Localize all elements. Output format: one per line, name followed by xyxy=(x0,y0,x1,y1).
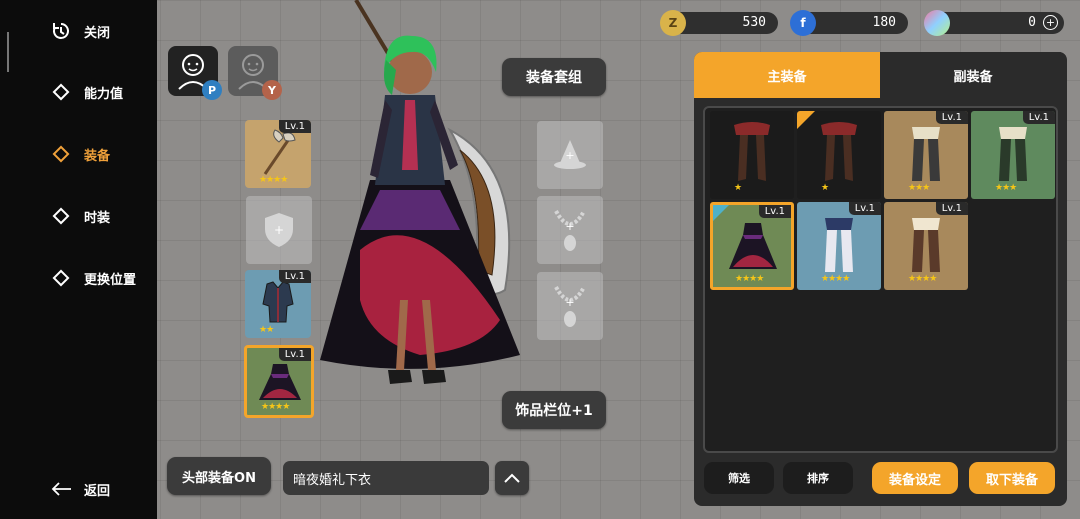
nav-item-label: 更换位置 xyxy=(84,272,137,288)
star-rating: ★★ xyxy=(259,325,274,335)
new-marker xyxy=(797,111,815,129)
equip-setting-button[interactable]: 装备设定 xyxy=(872,462,958,494)
scroll-indicator xyxy=(7,32,9,72)
necklace-slot[interactable]: + xyxy=(537,196,603,264)
legs-icon xyxy=(912,218,940,272)
hat-icon: + xyxy=(554,140,586,169)
chevron-up-icon xyxy=(504,473,520,483)
star-rating: ★★★★ xyxy=(735,274,764,284)
legs-icon xyxy=(825,218,853,272)
gem-value: 180 xyxy=(872,15,896,30)
level-badge: Lv.1 xyxy=(935,111,968,124)
star-rating: ★ xyxy=(821,183,829,193)
crystal-currency: 0 + xyxy=(924,10,1064,36)
avatar-p-button[interactable]: P xyxy=(168,46,222,100)
expand-up-button[interactable] xyxy=(495,461,529,495)
character-model xyxy=(320,0,520,384)
sort-button[interactable]: 排序 xyxy=(783,462,853,494)
level-badge: Lv.1 xyxy=(935,202,968,215)
nav-item-label: 能力值 xyxy=(84,86,124,102)
filter-button[interactable]: 筛选 xyxy=(704,462,774,494)
nav-item-close[interactable]: 关闭 xyxy=(50,16,150,46)
level-badge: Lv.1 xyxy=(758,205,791,218)
grid-item[interactable]: ★ xyxy=(797,111,881,199)
svg-text:+: + xyxy=(565,220,574,233)
gold-coin-icon: Z xyxy=(660,10,686,36)
add-currency-icon[interactable]: + xyxy=(1043,15,1058,30)
grid-item[interactable]: Lv.1 ★★★ xyxy=(971,111,1055,199)
avatar-y-button[interactable]: Y xyxy=(228,46,282,100)
necklace-icon: + xyxy=(554,210,586,251)
diamond-icon xyxy=(50,81,72,103)
level-badge: Lv.1 xyxy=(848,202,881,215)
nav-item-label: 时装 xyxy=(84,210,111,226)
back-label: 返回 xyxy=(84,483,111,499)
nav-item-swap-position[interactable]: 更换位置 xyxy=(50,263,150,293)
star-rating: ★★★★ xyxy=(908,274,937,284)
diamond-icon xyxy=(50,205,72,227)
crystal-value: 0 xyxy=(1028,15,1036,30)
y-badge: Y xyxy=(262,80,282,100)
svg-text:+: + xyxy=(565,149,574,162)
axe-icon xyxy=(263,129,296,175)
nav-item-label: 装备 xyxy=(84,148,111,164)
item-name-field: 暗夜婚礼下衣 xyxy=(283,461,489,495)
nav-item-stats[interactable]: 能力值 xyxy=(50,77,150,107)
blue-crystal-icon: f xyxy=(790,10,816,36)
star-rating: ★★★★ xyxy=(261,402,290,412)
diamond-icon xyxy=(50,143,72,165)
accessory-slot[interactable]: + xyxy=(537,272,603,340)
level-badge: Lv.1 xyxy=(1022,111,1055,124)
grid-item[interactable]: Lv.1 ★★★★ xyxy=(797,202,881,290)
grid-item[interactable]: Lv.1 ★★★★ xyxy=(884,202,968,290)
grid-item[interactable]: ★ xyxy=(710,111,794,199)
left-nav: 关闭 能力值 装备 时装 更换位置 返回 xyxy=(0,0,157,519)
nav-item-label: 关闭 xyxy=(84,25,111,41)
gem-currency: f 180 xyxy=(790,10,908,36)
rainbow-crystal-icon xyxy=(924,10,950,36)
accessory-slot-expand-button[interactable]: 饰品栏位+1 xyxy=(502,391,606,429)
unequip-button[interactable]: 取下装备 xyxy=(969,462,1055,494)
head-equip-toggle[interactable]: 头部装备ON xyxy=(167,457,271,495)
star-rating: ★★★★ xyxy=(821,274,850,284)
arrow-left-icon xyxy=(50,478,72,500)
nav-item-fashion[interactable]: 时装 xyxy=(50,201,150,231)
coat-icon xyxy=(262,281,294,323)
diamond-icon xyxy=(50,267,72,289)
star-rating: ★★★ xyxy=(995,183,1017,193)
grid-item[interactable]: Lv.1 ★★★ xyxy=(884,111,968,199)
legs-icon xyxy=(912,127,940,181)
equipment-panel: 主装备 副装备 ★ ★ Lv.1 ★★★ Lv.1 ★★★ Lv.1 ★★★★ … xyxy=(694,52,1067,506)
equip-set-button[interactable]: 装备套组 xyxy=(502,58,606,96)
svg-text:+: + xyxy=(565,296,574,309)
grid-item-selected[interactable]: Lv.1 ★★★★ xyxy=(710,202,794,290)
boots-icon xyxy=(734,122,770,181)
gold-currency: Z 530 xyxy=(660,10,778,36)
nav-item-equipment[interactable]: 装备 xyxy=(50,139,150,169)
star-rating: ★★★★ xyxy=(259,175,288,185)
svg-text:+: + xyxy=(274,223,284,237)
hat-slot[interactable]: + xyxy=(537,121,603,189)
boots-icon xyxy=(821,122,857,181)
star-rating: ★ xyxy=(734,183,742,193)
dress-icon xyxy=(259,364,301,400)
necklace-icon: + xyxy=(554,286,586,327)
star-rating: ★★★ xyxy=(908,183,930,193)
back-button[interactable]: 返回 xyxy=(50,474,150,504)
p-badge: P xyxy=(202,80,222,100)
dress-icon xyxy=(729,223,777,269)
shield-icon: + xyxy=(265,213,293,247)
tab-sub-equipment[interactable]: 副装备 xyxy=(880,52,1066,98)
equipment-grid: ★ ★ Lv.1 ★★★ Lv.1 ★★★ Lv.1 ★★★★ Lv.1 ★★★… xyxy=(703,106,1058,453)
legs-icon xyxy=(999,127,1027,181)
close-rotate-icon xyxy=(50,20,72,42)
gold-value: 530 xyxy=(742,15,766,30)
tab-main-equipment[interactable]: 主装备 xyxy=(694,52,880,98)
